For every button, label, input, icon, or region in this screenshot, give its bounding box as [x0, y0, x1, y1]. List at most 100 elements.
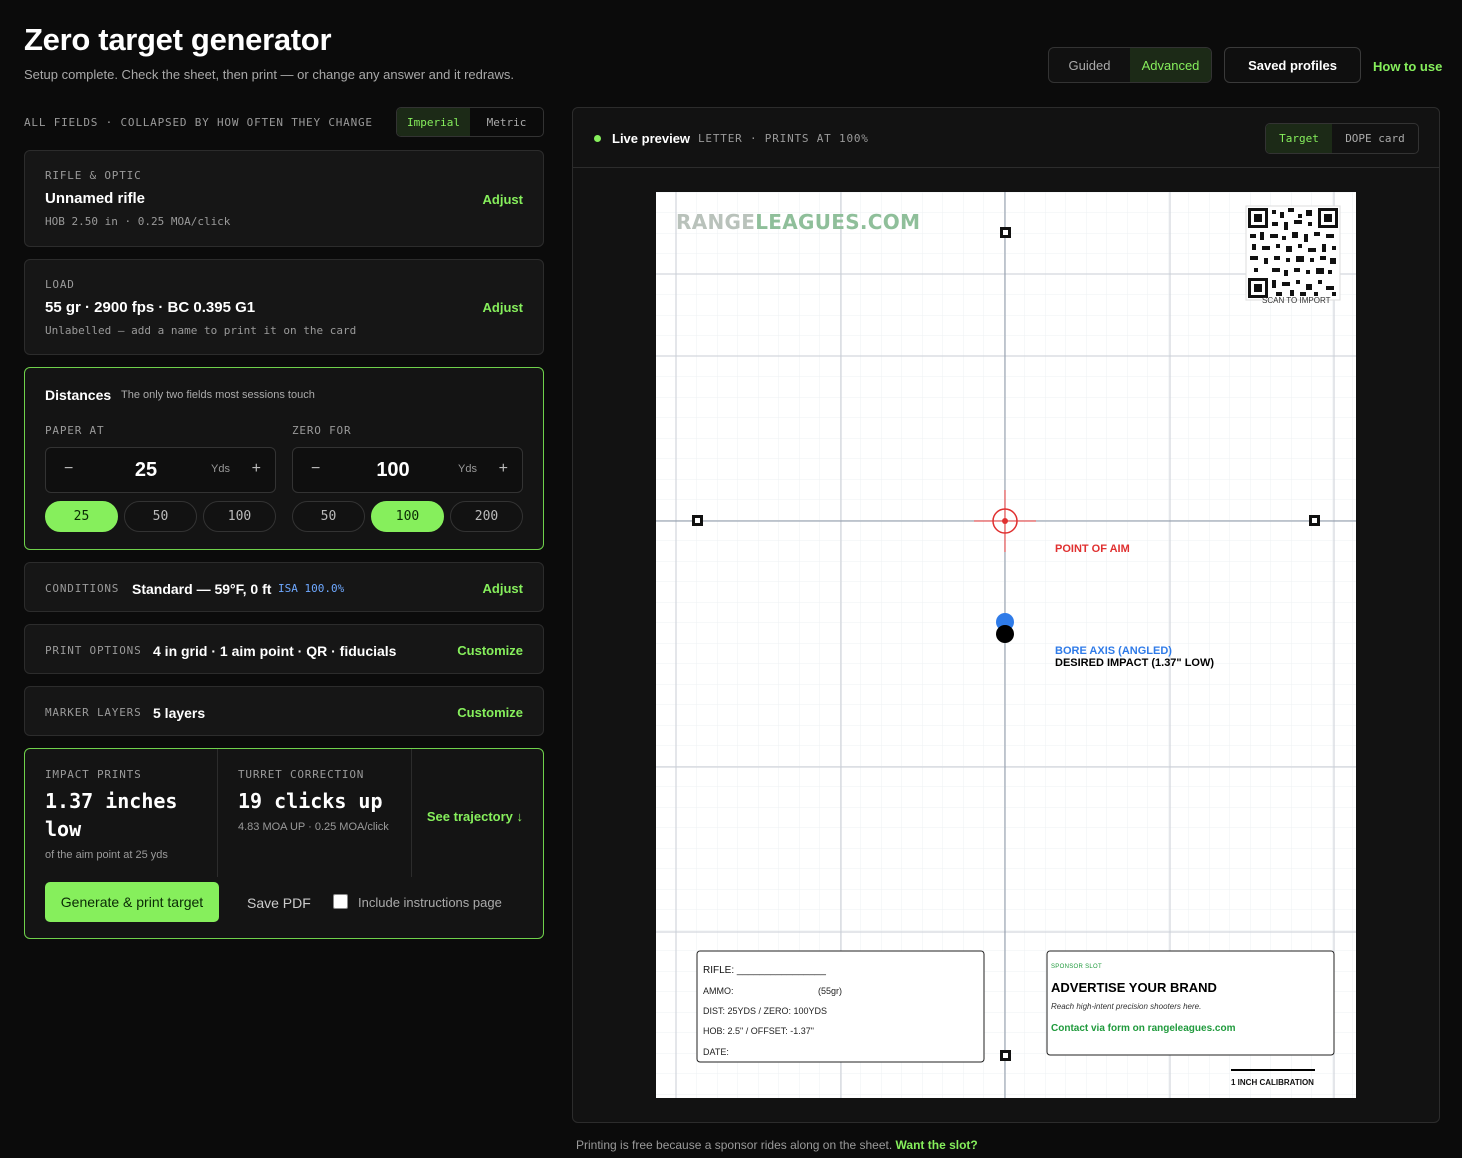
saved-profiles-button[interactable]: Saved profiles [1224, 47, 1361, 83]
app-root: Zero target generator Setup complete. Ch… [0, 0, 1462, 1158]
impact-value-line1: 1.37 inches [45, 789, 178, 813]
desired-impact-label: DESIRED IMPACT (1.37" LOW) [1055, 657, 1215, 669]
marker-layers-value: 5 layers [153, 705, 206, 721]
distances-card: Distances The only two fields most sessi… [24, 367, 544, 550]
conditions-card: CONDITIONS Standard — 59°F, 0 ft ISA 100… [24, 562, 544, 612]
zero-for-stepper: − 100 Yds + [292, 447, 523, 493]
footer-note-text: Printing is free because a sponsor rides… [576, 1138, 893, 1152]
zero-for-unit: Yds [458, 463, 477, 475]
view-toggle: Target DOPE card [1265, 123, 1419, 154]
rifle-details: HOB 2.50 in · 0.25 MOA/click [45, 215, 231, 228]
paper-at-increment-button[interactable]: + [252, 460, 261, 478]
conditions-adjust-button[interactable]: Adjust [483, 581, 523, 596]
paper-at-value[interactable]: 25 [106, 459, 186, 482]
fiducial-marker [1309, 515, 1320, 526]
distances-title: Distances [45, 387, 112, 403]
footer-note: Printing is free because a sponsor rides… [576, 1138, 978, 1152]
sponsor-contact: Contact via form on rangeleagues.com [1051, 1023, 1236, 1034]
point-of-aim-label: POINT OF AIM [1055, 543, 1130, 555]
want-slot-link[interactable]: Want the slot? [896, 1138, 978, 1152]
turret-note: 4.83 MOA UP · 0.25 MOA/click [238, 821, 389, 833]
marker-layers-customize-button[interactable]: Customize [457, 705, 523, 720]
load-adjust-button[interactable]: Adjust [483, 300, 523, 315]
include-instructions-checkbox[interactable] [333, 894, 348, 909]
info-hob: HOB: 2.5" / OFFSET: -1.37" [703, 1026, 814, 1036]
bore-axis-label: BORE AXIS (ANGLED) [1055, 645, 1172, 657]
info-ammo: AMMO: [703, 986, 734, 996]
unit-metric-tab[interactable]: Metric [470, 108, 543, 136]
paper-at-preset-25[interactable]: 25 [45, 501, 118, 532]
paper-at-preset-50[interactable]: 50 [124, 501, 197, 532]
view-target-tab[interactable]: Target [1266, 124, 1332, 153]
results-divider [217, 749, 218, 877]
rifle-card-label: RIFLE & OPTIC [45, 169, 142, 182]
sponsor-text: Reach high-intent precision shooters her… [1051, 1002, 1202, 1011]
paper-at-label: PAPER AT [45, 424, 105, 437]
page-title: Zero target generator [24, 22, 332, 57]
turret-value: 19 clicks up [238, 789, 383, 813]
view-dope-card-tab[interactable]: DOPE card [1332, 124, 1418, 153]
page-subtitle: Setup complete. Check the sheet, then pr… [24, 67, 514, 82]
sponsor-tag: SPONSOR SLOT [1051, 964, 1102, 970]
unit-imperial-tab[interactable]: Imperial [397, 108, 470, 136]
turret-correction-label: TURRET CORRECTION [238, 768, 365, 781]
load-card-label: LOAD [45, 278, 75, 291]
paper-size-label: LETTER · PRINTS AT 100% [698, 132, 869, 145]
brand-logo: RANGELEAGUES.COM [676, 210, 920, 234]
paper-at-unit: Yds [211, 463, 230, 475]
brand-logo-part2: LEAGUES.COM [755, 210, 921, 234]
fiducial-marker [1000, 1050, 1011, 1061]
rifle-adjust-button[interactable]: Adjust [483, 192, 523, 207]
include-instructions-label[interactable]: Include instructions page [358, 895, 502, 910]
results-card: IMPACT PRINTS 1.37 inches low of the aim… [24, 748, 544, 939]
info-rifle: RIFLE: ________________ [703, 965, 826, 976]
impact-note: of the aim point at 25 yds [45, 849, 168, 861]
info-date: DATE: [703, 1047, 729, 1057]
zero-for-value[interactable]: 100 [353, 459, 433, 482]
print-options-value: 4 in grid · 1 aim point · QR · fiducials [153, 643, 397, 659]
load-details: Unlabelled — add a name to print it on t… [45, 324, 357, 337]
zero-for-label: ZERO FOR [292, 424, 352, 437]
load-summary: 55 gr · 2900 fps · BC 0.395 G1 [45, 299, 256, 316]
marker-layers-card: MARKER LAYERS 5 layers Customize [24, 686, 544, 736]
paper-at-stepper: − 25 Yds + [45, 447, 276, 493]
paper-at-preset-100[interactable]: 100 [203, 501, 276, 532]
results-divider [411, 749, 412, 877]
print-options-customize-button[interactable]: Customize [457, 643, 523, 658]
mode-advanced-tab[interactable]: Advanced [1130, 48, 1211, 82]
calibration-label: 1 INCH CALIBRATION [1231, 1078, 1314, 1087]
paper-at-decrement-button[interactable]: − [64, 460, 73, 478]
sponsor-title: ADVERTISE YOUR BRAND [1051, 980, 1217, 995]
load-card: LOAD 55 gr · 2900 fps · BC 0.395 G1 Unla… [24, 259, 544, 355]
zero-for-increment-button[interactable]: + [499, 460, 508, 478]
rifle-card: RIFLE & OPTIC Unnamed rifle HOB 2.50 in … [24, 150, 544, 247]
zero-for-preset-50[interactable]: 50 [292, 501, 365, 532]
target-sheet: RANGELEAGUES.COM SCAN TO IMPORT POINT OF… [656, 192, 1356, 1098]
target-sheet-svg [656, 192, 1356, 1098]
how-to-use-link[interactable]: How to use [1373, 59, 1442, 74]
unit-toggle: Imperial Metric [396, 107, 544, 137]
print-options-card: PRINT OPTIONS 4 in grid · 1 aim point · … [24, 624, 544, 674]
mode-guided-tab[interactable]: Guided [1049, 48, 1130, 82]
see-trajectory-link[interactable]: See trajectory ↓ [427, 809, 523, 824]
generate-print-button[interactable]: Generate & print target [45, 882, 219, 922]
qr-code [1245, 205, 1341, 301]
live-indicator-dot [594, 135, 601, 142]
preview-header: Live preview LETTER · PRINTS AT 100% Tar… [573, 108, 1439, 168]
fields-caption: ALL FIELDS · COLLAPSED BY HOW OFTEN THEY… [24, 116, 373, 129]
marker-layers-label: MARKER LAYERS [45, 706, 142, 719]
conditions-value: Standard — 59°F, 0 ft [132, 581, 272, 597]
info-ammo-value: (55gr) [818, 986, 843, 996]
qr-caption: SCAN TO IMPORT [1262, 296, 1331, 305]
zero-for-decrement-button[interactable]: − [311, 460, 320, 478]
zero-for-preset-200[interactable]: 200 [450, 501, 523, 532]
fiducial-marker [692, 515, 703, 526]
isa-badge: ISA 100.0% [278, 582, 345, 595]
info-distance: DIST: 25YDS / ZERO: 100YDS [703, 1006, 828, 1016]
distances-hint: The only two fields most sessions touch [121, 389, 315, 401]
mode-toggle: Guided Advanced [1048, 47, 1212, 83]
print-options-label: PRINT OPTIONS [45, 644, 142, 657]
save-pdf-button[interactable]: Save PDF [247, 895, 311, 911]
zero-for-preset-100[interactable]: 100 [371, 501, 444, 532]
fiducial-marker [1000, 227, 1011, 238]
